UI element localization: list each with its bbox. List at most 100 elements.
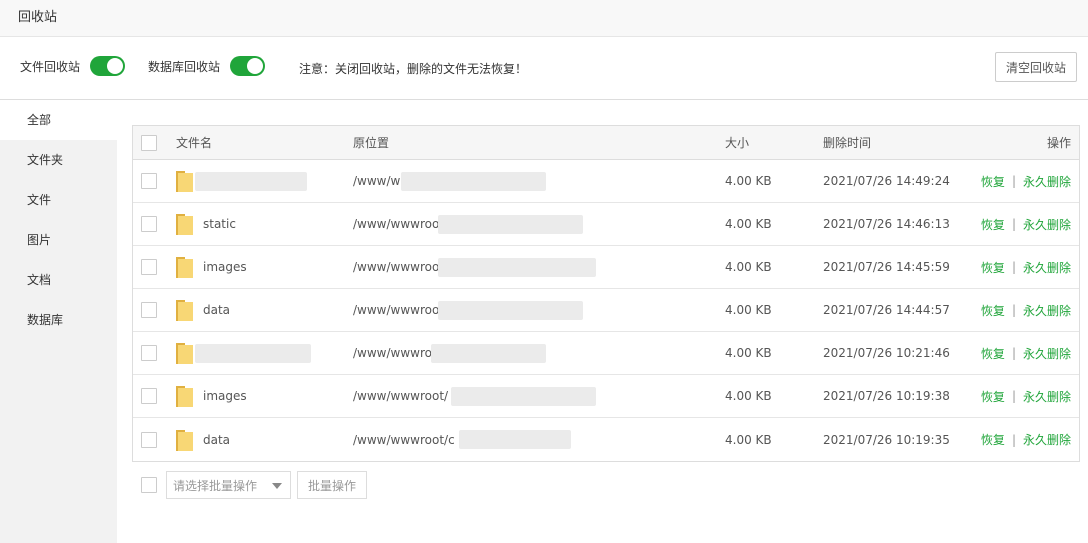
batch-action-select[interactable]: 请选择批量操作 — [166, 471, 291, 499]
ops-separator: | — [1011, 303, 1016, 317]
table-row: data /www/wwwroo 4.00 KB 2021/07/26 14:4… — [133, 289, 1079, 332]
row-checkbox[interactable] — [141, 216, 157, 232]
file-recycle-label: 文件回收站 — [20, 59, 81, 74]
db-recycle-label: 数据库回收站 — [148, 59, 221, 74]
table-row: static /www/wwwroo 4.00 KB 2021/07/26 14… — [133, 203, 1079, 246]
batch-select-placeholder: 请选择批量操作 — [173, 478, 258, 493]
folder-icon — [176, 170, 193, 192]
row-checkbox[interactable] — [141, 345, 157, 361]
restore-link[interactable]: 恢复 — [981, 345, 1005, 362]
header-size: 大小 — [725, 136, 750, 150]
header-time: 删除时间 — [823, 136, 872, 150]
original-path: /www/wwwro — [353, 346, 432, 360]
delete-time: 2021/07/26 10:19:38 — [823, 389, 950, 403]
db-recycle-switch[interactable] — [230, 56, 266, 76]
table-row: /www/w 4.00 KB 2021/07/26 14:49:24 恢复 | … — [133, 160, 1079, 203]
chevron-down-icon — [272, 483, 282, 489]
file-size: 4.00 KB — [725, 346, 772, 360]
folder-icon — [176, 299, 193, 321]
folder-icon — [176, 213, 193, 235]
restore-link[interactable]: 恢复 — [981, 259, 1005, 276]
file-name: static — [203, 217, 236, 231]
main-content: 文件名 原位置 大小 删除时间 操作 /www/w 4.00 KB 2021/0… — [117, 100, 1088, 543]
clear-recycle-button[interactable]: 清空回收站 — [995, 52, 1077, 82]
redacted-name — [195, 344, 311, 363]
file-size: 4.00 KB — [725, 217, 772, 231]
category-sidebar: 全部 文件夹 文件 图片 文档 数据库 — [0, 100, 117, 543]
permanent-delete-link[interactable]: 永久删除 — [1023, 259, 1071, 276]
redacted-path — [438, 258, 596, 277]
row-checkbox[interactable] — [141, 388, 157, 404]
file-recycle-switch[interactable] — [90, 56, 126, 76]
sidebar-item-documents[interactable]: 文档 — [0, 260, 117, 300]
file-name: data — [203, 303, 231, 317]
permanent-delete-link[interactable]: 永久删除 — [1023, 302, 1071, 319]
header-ops: 操作 — [1046, 136, 1071, 150]
permanent-delete-link[interactable]: 永久删除 — [1023, 431, 1071, 448]
row-checkbox[interactable] — [141, 173, 157, 189]
db-recycle-toggle-group: 数据库回收站 — [148, 56, 266, 76]
file-name: data — [203, 432, 231, 447]
table-row: /www/wwwro 4.00 KB 2021/07/26 10:21:46 恢… — [133, 332, 1079, 375]
restore-link[interactable]: 恢复 — [981, 431, 1005, 448]
sidebar-item-folders[interactable]: 文件夹 — [0, 140, 117, 180]
file-size: 4.00 KB — [725, 260, 772, 274]
folder-icon — [176, 385, 193, 407]
original-path: /www/wwwroot/ — [353, 389, 449, 403]
restore-link[interactable]: 恢复 — [981, 302, 1005, 319]
sidebar-item-images[interactable]: 图片 — [0, 220, 117, 260]
ops-separator: | — [1011, 260, 1016, 274]
row-checkbox[interactable] — [141, 431, 157, 448]
restore-link[interactable]: 恢复 — [981, 388, 1005, 405]
permanent-delete-link[interactable]: 永久删除 — [1023, 173, 1071, 190]
restore-link[interactable]: 恢复 — [981, 216, 1005, 233]
redacted-path — [438, 301, 583, 320]
ops-separator: | — [1011, 389, 1016, 403]
file-size: 4.00 KB — [725, 303, 772, 317]
header-name: 文件名 — [176, 136, 213, 150]
folder-icon — [176, 342, 193, 364]
sidebar-item-files[interactable]: 文件 — [0, 180, 117, 220]
restore-link[interactable]: 恢复 — [981, 173, 1005, 190]
window-title-bar: 回收站 — [0, 0, 1088, 37]
delete-time: 2021/07/26 14:46:13 — [823, 217, 950, 231]
file-size: 4.00 KB — [725, 174, 772, 188]
file-name: images — [203, 389, 247, 403]
table-header: 文件名 原位置 大小 删除时间 操作 — [133, 126, 1079, 160]
redacted-path — [401, 172, 546, 191]
file-size: 4.00 KB — [725, 389, 772, 403]
file-recycle-toggle-group: 文件回收站 — [20, 56, 126, 76]
redacted-path — [459, 430, 571, 449]
delete-time: 2021/07/26 14:49:24 — [823, 174, 950, 188]
sidebar-item-all[interactable]: 全部 — [0, 100, 117, 140]
redacted-path — [451, 387, 596, 406]
original-path: /www/w — [353, 174, 401, 188]
redacted-name — [195, 172, 307, 191]
redacted-path — [438, 215, 583, 234]
delete-time: 2021/07/26 10:21:46 — [823, 346, 950, 360]
ops-separator: | — [1011, 217, 1016, 231]
original-path: /www/wwwroo — [353, 217, 440, 231]
batch-action-button[interactable]: 批量操作 — [297, 471, 367, 499]
ops-separator: | — [1011, 432, 1016, 447]
file-name: images — [203, 260, 247, 274]
permanent-delete-link[interactable]: 永久删除 — [1023, 388, 1071, 405]
original-path: /www/wwwroot/c — [353, 432, 455, 447]
ops-separator: | — [1011, 174, 1016, 188]
table-row: images /www/wwwroo 4.00 KB 2021/07/26 14… — [133, 246, 1079, 289]
delete-time: 2021/07/26 10:19:35 — [823, 432, 950, 447]
delete-time: 2021/07/26 14:44:57 — [823, 303, 950, 317]
select-all-checkbox[interactable] — [141, 134, 157, 151]
table-row: images /www/wwwroot/ 4.00 KB 2021/07/26 … — [133, 375, 1079, 418]
row-checkbox[interactable] — [141, 302, 157, 318]
permanent-delete-link[interactable]: 永久删除 — [1023, 345, 1071, 362]
permanent-delete-link[interactable]: 永久删除 — [1023, 216, 1071, 233]
sidebar-item-databases[interactable]: 数据库 — [0, 300, 117, 340]
footer-select-all-checkbox[interactable] — [141, 477, 157, 493]
row-checkbox[interactable] — [141, 259, 157, 275]
folder-icon — [176, 429, 193, 451]
original-path: /www/wwwroo — [353, 303, 440, 317]
redacted-path — [431, 344, 546, 363]
table-row: data /www/wwwroot/c 4.00 KB 2021/07/26 1… — [133, 418, 1079, 461]
recycle-notice: 注意：关闭回收站，删除的文件无法恢复！ — [299, 62, 528, 76]
